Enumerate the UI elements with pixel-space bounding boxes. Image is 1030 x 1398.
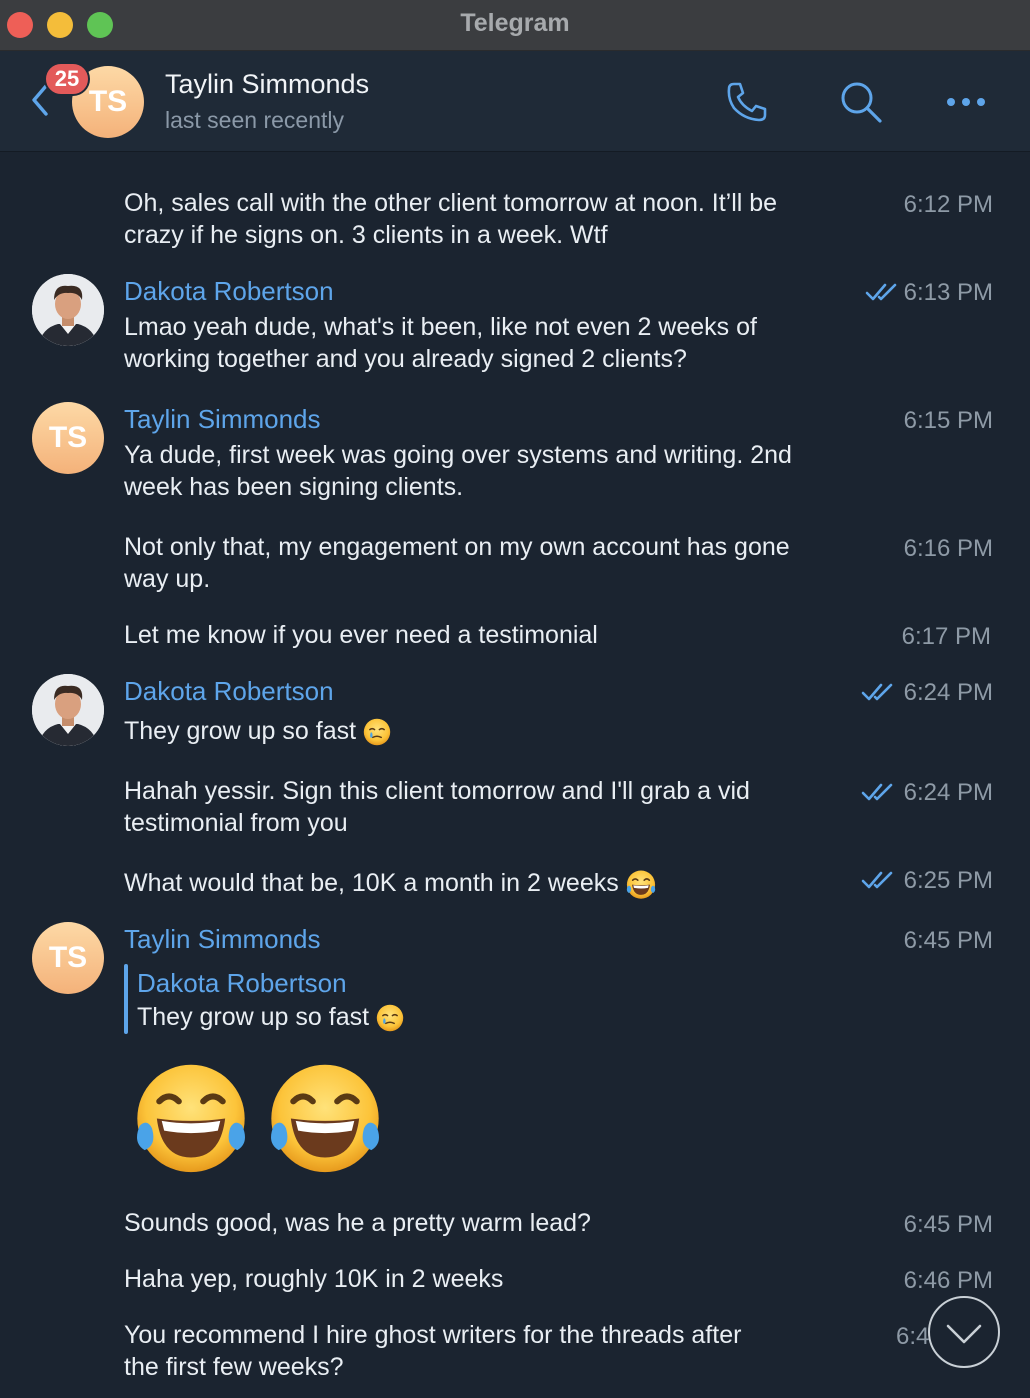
avatar[interactable]	[32, 274, 104, 346]
avatar[interactable]: TS	[32, 402, 104, 474]
window-title: Telegram	[460, 9, 570, 37]
message-time: 6:17 PM	[901, 623, 991, 650]
face-with-tears-of-joy-emoji	[127, 1055, 255, 1177]
double-check-icon	[865, 281, 899, 303]
sender-name[interactable]: Dakota Robertson	[124, 276, 334, 307]
avatar-initials: TS	[88, 85, 128, 118]
face-with-tears-of-joy-emoji	[261, 1055, 389, 1177]
scroll-to-bottom-button[interactable]	[928, 1296, 1000, 1368]
message-text: Sounds good, was he a pretty warm lead?	[124, 1209, 591, 1237]
message-text: Not only that, my engagement on my own a…	[124, 533, 790, 593]
search-icon[interactable]	[836, 77, 886, 127]
window-titlebar: Telegram	[0, 0, 1030, 51]
message-time: 6:16 PM	[903, 535, 993, 562]
message-text: What would that be, 10K a month in 2 wee…	[124, 867, 657, 900]
person-photo-icon	[32, 674, 104, 746]
message-time: 6:25 PM	[903, 867, 993, 894]
message-time: 6:15 PM	[903, 407, 993, 434]
chat-header: 25 TS Taylin Simmonds last seen recently	[0, 51, 1030, 152]
sender-name[interactable]: Taylin Simmonds	[124, 924, 321, 955]
double-check-icon	[861, 781, 895, 803]
message-time: 6:46 PM	[903, 1267, 993, 1294]
message-time: 6:24 PM	[903, 779, 993, 806]
avatar-initials: TS	[48, 421, 88, 454]
more-dots-icon[interactable]	[941, 77, 991, 127]
message-time: 6:13 PM	[903, 279, 993, 306]
message-time: 6:45 PM	[903, 927, 993, 954]
message-time: 6:4	[896, 1323, 930, 1350]
message-text: Hahah yessir. Sign this client tomorrow …	[124, 777, 750, 837]
double-check-icon	[861, 869, 895, 891]
avatar-initials: TS	[48, 941, 88, 974]
message-text: Lmao yeah dude, what's it been, like not…	[124, 313, 757, 373]
unread-count-badge: 25	[44, 62, 90, 96]
message-text: They grow up so fast	[124, 715, 392, 747]
face-with-tears-of-joy-emoji	[625, 868, 657, 900]
double-check-icon	[861, 681, 895, 703]
message-text: You recommend I hire ghost writers for t…	[124, 1321, 742, 1381]
contact-name[interactable]: Taylin Simmonds	[165, 69, 369, 100]
smiling-face-with-tear-emoji	[362, 717, 392, 747]
message-time: 6:24 PM	[903, 679, 993, 706]
person-photo-icon	[32, 274, 104, 346]
sender-name[interactable]: Dakota Robertson	[124, 676, 334, 707]
message-time: 6:45 PM	[903, 1211, 993, 1238]
message-time: 6:12 PM	[903, 191, 993, 218]
sender-name[interactable]: Taylin Simmonds	[124, 404, 321, 435]
message-text: Haha yep, roughly 10K in 2 weeks	[124, 1265, 504, 1293]
message-text: Ya dude, first week was going over syste…	[124, 441, 792, 501]
reply-quote-text[interactable]: They grow up so fast	[137, 1003, 405, 1033]
reply-sender-name[interactable]: Dakota Robertson	[137, 968, 347, 999]
chevron-down-icon	[946, 1324, 982, 1344]
contact-status: last seen recently	[165, 107, 344, 133]
message-list[interactable]: ​ Oh, sales call with the other client t…	[0, 152, 1030, 1398]
smiling-face-with-tear-emoji	[375, 1003, 405, 1033]
avatar[interactable]: TS	[32, 922, 104, 994]
message-text: Oh, sales call with the other client tom…	[124, 189, 778, 249]
message-text: Let me know if you ever need a testimoni…	[124, 621, 598, 649]
reply-quote-bar	[124, 964, 128, 1034]
avatar[interactable]	[32, 674, 104, 746]
phone-icon[interactable]	[722, 77, 772, 127]
